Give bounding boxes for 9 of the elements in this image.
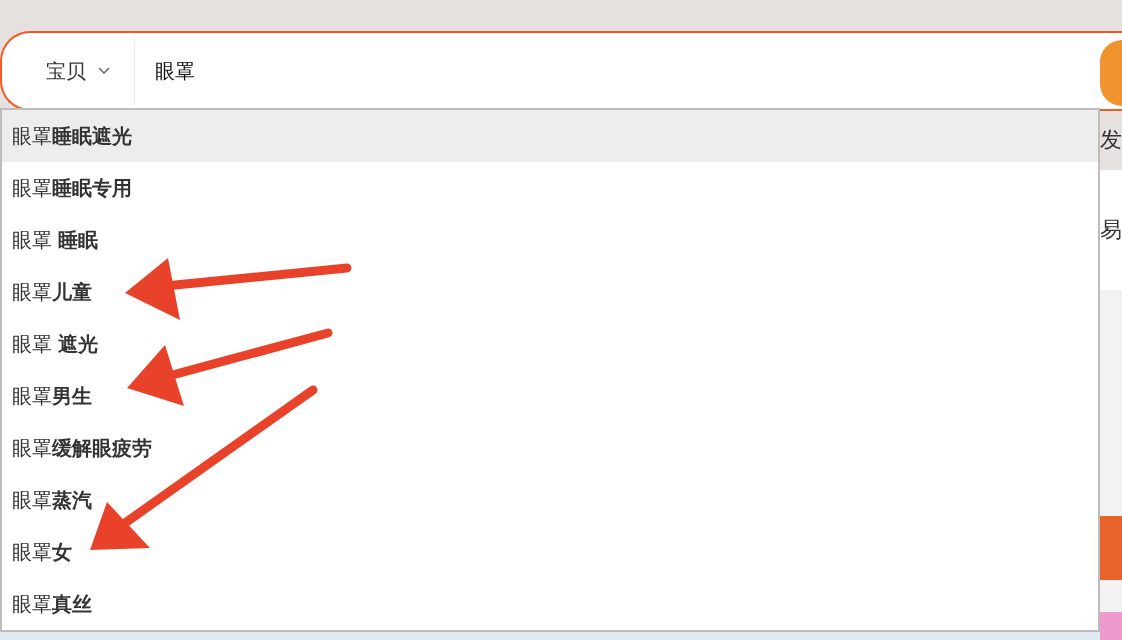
category-text: 发 bbox=[1100, 129, 1122, 151]
label-text: 易 bbox=[1100, 219, 1122, 241]
category-dropdown[interactable]: 宝贝 bbox=[2, 36, 135, 106]
promo-bar bbox=[1100, 516, 1122, 580]
chevron-down-icon bbox=[98, 67, 110, 75]
banner bbox=[1100, 612, 1122, 640]
suggestion-item[interactable]: 眼罩睡眠遮光 bbox=[2, 110, 1098, 162]
search-field[interactable]: 宝贝 眼罩 bbox=[0, 31, 1122, 111]
search-input[interactable]: 眼罩 bbox=[155, 56, 1035, 86]
